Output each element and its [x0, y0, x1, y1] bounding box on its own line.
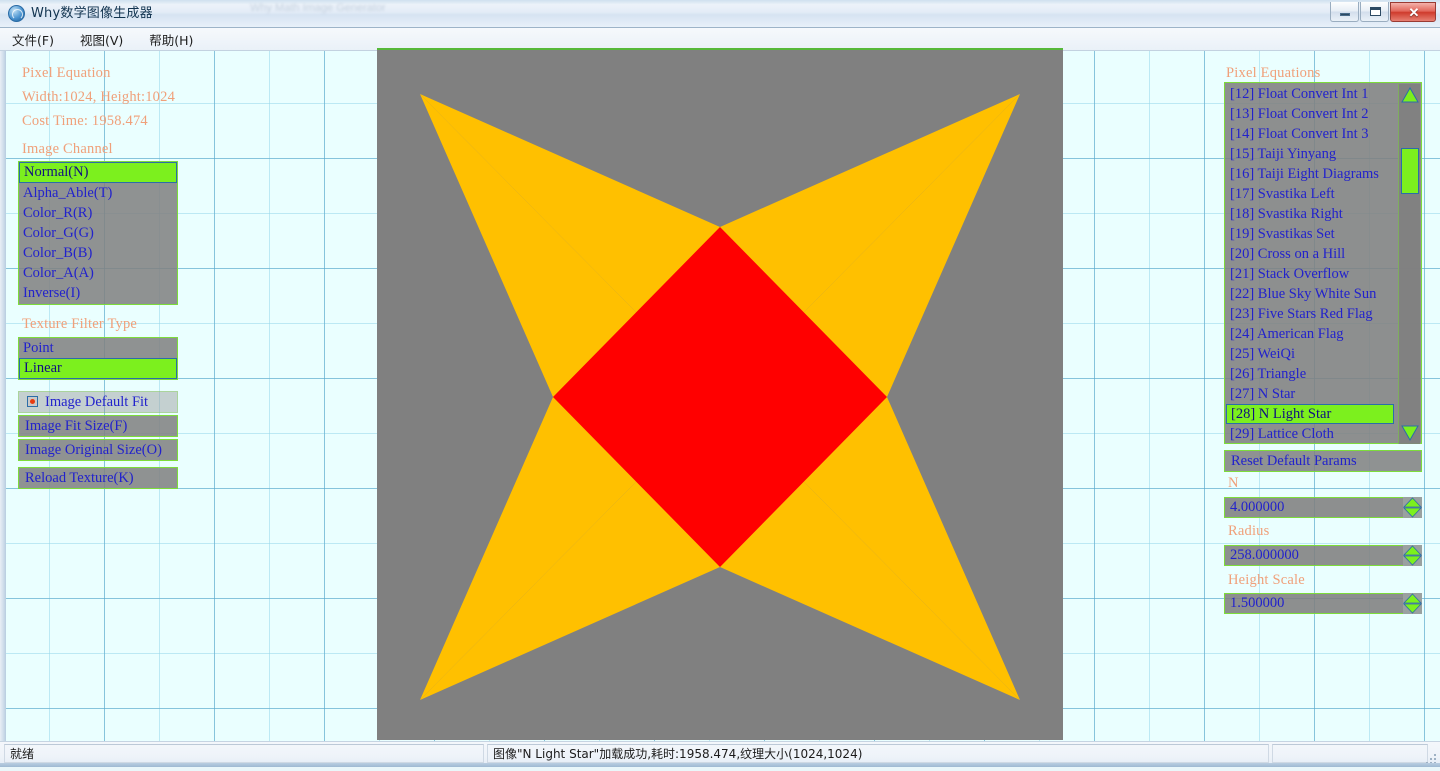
texture-filter-label: Texture Filter Type	[22, 316, 138, 332]
param-n-label: N	[1228, 475, 1239, 491]
texture-filter-listbox[interactable]: Point Linear	[18, 337, 178, 380]
image-original-size-button[interactable]: Image Original Size(O)	[18, 439, 178, 461]
equation-item-15[interactable]: [15] Taiji Yinyang	[1226, 144, 1398, 164]
scroll-down-arrow-icon[interactable]	[1401, 424, 1419, 442]
equation-item-22[interactable]: [22] Blue Sky White Sun	[1226, 284, 1398, 304]
equation-item-18[interactable]: [18] Svastika Right	[1226, 204, 1398, 224]
param-height-scale-label: Height Scale	[1228, 572, 1305, 588]
scrollbar-thumb[interactable]	[1401, 148, 1419, 194]
reset-default-params-button[interactable]: Reset Default Params	[1224, 450, 1422, 472]
equation-item-24[interactable]: [24] American Flag	[1226, 324, 1398, 344]
image-fit-size-button[interactable]: Image Fit Size(F)	[18, 415, 178, 437]
equation-item-19[interactable]: [19] Svastikas Set	[1226, 224, 1398, 244]
param-n-value: 4.000000	[1230, 499, 1285, 515]
menu-file[interactable]: 文件(F)	[12, 28, 66, 51]
param-radius-value: 258.000000	[1230, 547, 1299, 563]
reload-texture-button[interactable]: Reload Texture(K)	[18, 467, 178, 489]
pixel-equations-listbox[interactable]: [12] Float Convert Int 1 [13] Float Conv…	[1224, 82, 1422, 444]
equation-item-26[interactable]: [26] Triangle	[1226, 364, 1398, 384]
minimize-icon	[1340, 13, 1350, 16]
title-bar-ghost-text: Why Math Image Generator	[250, 2, 386, 14]
channel-item-alpha-able[interactable]: Alpha_Able(T)	[19, 183, 177, 203]
pixel-equation-label: Pixel Equation	[22, 65, 111, 81]
cost-time-label: Cost Time: 1958.474	[22, 113, 148, 129]
param-n-input[interactable]: 4.000000	[1224, 497, 1422, 518]
status-message-text: 图像"N Light Star"加载成功,耗时:1958.474,纹理大小(10…	[487, 744, 1269, 763]
channel-item-color-a[interactable]: Color_A(A)	[19, 263, 177, 283]
maximize-icon	[1370, 7, 1381, 16]
equation-item-16[interactable]: [16] Taiji Eight Diagrams	[1226, 164, 1398, 184]
filter-item-linear[interactable]: Linear	[19, 358, 177, 379]
equation-item-23[interactable]: [23] Five Stars Red Flag	[1226, 304, 1398, 324]
image-size-label: Width:1024, Height:1024	[22, 89, 176, 105]
left-panel: Pixel Equation Width:1024, Height:1024 C…	[0, 51, 200, 741]
pixel-equations-label: Pixel Equations	[1226, 65, 1321, 81]
equation-item-27[interactable]: [27] N Star	[1226, 384, 1398, 404]
param-height-scale-input[interactable]: 1.500000	[1224, 593, 1422, 614]
param-radius-label: Radius	[1228, 523, 1270, 539]
param-height-scale-value: 1.500000	[1230, 595, 1285, 611]
title-bar: Why数学图像生成器 Why Math Image Generator ✕	[0, 0, 1440, 28]
param-radius-input[interactable]: 258.000000	[1224, 545, 1422, 566]
image-channel-label: Image Channel	[22, 141, 113, 157]
menu-help[interactable]: 帮助(H)	[149, 28, 205, 51]
n-light-star-figure	[377, 50, 1063, 740]
equation-item-29[interactable]: [29] Lattice Cloth	[1226, 424, 1398, 444]
channel-item-normal[interactable]: Normal(N)	[19, 162, 177, 183]
window-title: Why数学图像生成器	[31, 6, 153, 21]
equation-item-12[interactable]: [12] Float Convert Int 1	[1226, 84, 1398, 104]
image-default-fit-checkbox[interactable]: Image Default Fit	[18, 391, 178, 413]
title-bar-gloss	[0, 0, 1440, 5]
window-bottom-edge	[0, 763, 1440, 767]
close-icon: ✕	[1408, 5, 1420, 20]
scroll-up-arrow-icon[interactable]	[1401, 86, 1419, 104]
menu-view[interactable]: 视图(V)	[80, 28, 135, 51]
image-default-fit-label: Image Default Fit	[45, 394, 149, 410]
image-channel-listbox[interactable]: Normal(N) Alpha_Able(T) Color_R(R) Color…	[18, 161, 178, 305]
channel-item-color-b[interactable]: Color_B(B)	[19, 243, 177, 263]
equation-item-14[interactable]: [14] Float Convert Int 3	[1226, 124, 1398, 144]
param-radius-stepper[interactable]	[1403, 545, 1422, 566]
equation-item-25[interactable]: [25] WeiQi	[1226, 344, 1398, 364]
window-controls: ✕	[1329, 2, 1436, 24]
filter-item-point[interactable]: Point	[19, 338, 177, 358]
app-icon	[8, 5, 25, 22]
image-canvas-frame	[377, 48, 1063, 740]
status-extra-pane	[1272, 744, 1428, 763]
equation-item-28[interactable]: [28] N Light Star	[1226, 404, 1394, 424]
image-canvas[interactable]	[377, 50, 1063, 740]
minimize-button[interactable]	[1330, 2, 1359, 22]
equation-item-17[interactable]: [17] Svastika Left	[1226, 184, 1398, 204]
channel-item-color-r[interactable]: Color_R(R)	[19, 203, 177, 223]
equations-scrollbar[interactable]	[1398, 84, 1420, 444]
status-ready-text: 就绪	[4, 744, 484, 763]
radio-dot-icon	[27, 396, 38, 408]
equation-item-21[interactable]: [21] Stack Overflow	[1226, 264, 1398, 284]
close-button[interactable]: ✕	[1390, 2, 1436, 22]
equation-item-13[interactable]: [13] Float Convert Int 2	[1226, 104, 1398, 124]
param-height-scale-stepper[interactable]	[1403, 593, 1422, 614]
channel-item-inverse[interactable]: Inverse(I)	[19, 283, 177, 303]
channel-item-color-g[interactable]: Color_G(G)	[19, 223, 177, 243]
equation-item-20[interactable]: [20] Cross on a Hill	[1226, 244, 1398, 264]
param-n-stepper[interactable]	[1403, 497, 1422, 518]
maximize-button[interactable]	[1360, 2, 1389, 22]
